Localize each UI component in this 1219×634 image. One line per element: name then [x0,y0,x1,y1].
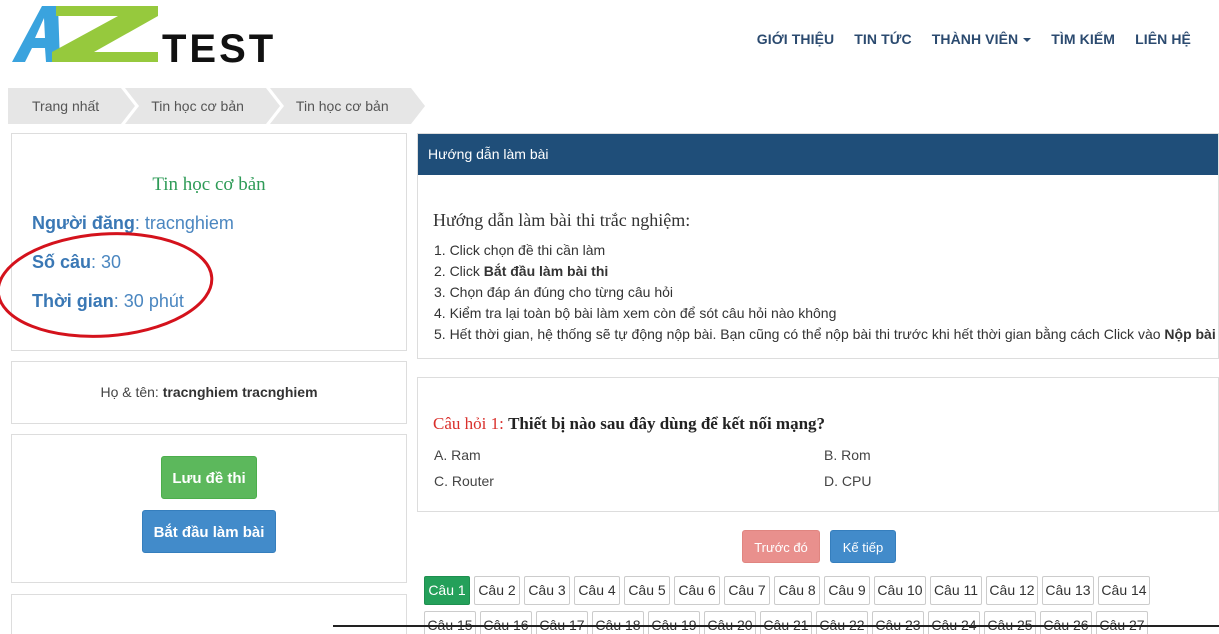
azt-logo[interactable]: TEST [12,4,322,68]
question-nav-button[interactable]: Câu 19 [648,611,700,634]
question-nav-button[interactable]: Câu 5 [624,576,670,605]
question-nav-button[interactable]: Câu 10 [874,576,926,605]
exam-poster-label: Người đăng [32,213,135,233]
save-exam-button[interactable]: Lưu đề thi [161,456,257,499]
question-nav-button[interactable]: Câu 1 [424,576,470,605]
question-nav-button[interactable]: Câu 11 [930,576,982,605]
guide-step-bold: Nộp bài [1164,326,1216,342]
exam-poster: Người đăng: tracnghiem [32,213,234,234]
question-nav-button[interactable]: Câu 3 [524,576,570,605]
breadcrumb-current[interactable]: Tin học cơ bản [269,88,425,124]
question-number: Câu hỏi 1: [433,414,504,433]
guide-step: 5. Hết thời gian, hệ thống sẽ tự động nộ… [434,324,1216,345]
question-nav-button[interactable]: Câu 16 [480,611,532,634]
nav-tin-tuc[interactable]: TIN TỨC [844,31,921,47]
exam-poster-value: : tracnghiem [134,213,234,233]
answer-option-d[interactable]: D. CPU [824,473,871,489]
question-nav-button[interactable]: Câu 8 [774,576,820,605]
exam-time: Thời gian: 30 phút [32,291,184,312]
next-button[interactable]: Kế tiếp [830,530,896,563]
question-nav-button[interactable]: Câu 15 [424,611,476,634]
breadcrumb-category[interactable]: Tin học cơ bản [125,88,280,124]
exam-count-label: Số câu [32,252,92,272]
question-nav-button[interactable]: Câu 13 [1042,576,1094,605]
guide-step: 3. Chọn đáp án đúng cho từng câu hỏi [434,282,1216,303]
question-nav-button[interactable]: Câu 20 [704,611,756,634]
guide-panel: Hướng dẫn làm bài Hướng dẫn làm bài thi … [417,133,1219,359]
guide-step-bold: Bắt đầu làm bài thi [483,263,609,279]
previous-button[interactable]: Trước đó [742,530,820,563]
guide-step: 1. Click chọn đề thi cần làm [434,240,1216,261]
user-name-value: tracnghiem tracnghiem [162,384,318,400]
nav-thanh-vien[interactable]: THÀNH VIÊN [922,31,1042,47]
breadcrumb: Trang nhất Tin học cơ bản Tin học cơ bản [8,88,425,124]
nav-lien-he[interactable]: LIÊN HỆ [1125,31,1201,47]
question-nav-button[interactable]: Câu 23 [872,611,924,634]
main-nav: GIỚI THIỆU TIN TỨC THÀNH VIÊN TÌM KIẾM L… [747,31,1201,47]
extra-panel [11,594,407,634]
nav-tim-kiem[interactable]: TÌM KIẾM [1041,31,1125,47]
start-exam-button[interactable]: Bắt đầu làm bài [142,510,276,553]
answer-option-c[interactable]: C. Router [434,473,494,489]
question-nav-button[interactable]: Câu 2 [474,576,520,605]
answer-option-a[interactable]: A. Ram [434,447,481,463]
question-nav-button[interactable]: Câu 4 [574,576,620,605]
question-nav-button[interactable]: Câu 27 [1096,611,1148,634]
guide-step: 4. Kiểm tra lại toàn bộ bài làm xem còn … [434,303,1216,324]
answer-option-b[interactable]: B. Rom [824,447,871,463]
question-nav-button[interactable]: Câu 21 [760,611,812,634]
exam-title: Tin học cơ bản [152,174,266,195]
question-nav-button[interactable]: Câu 6 [674,576,720,605]
exam-actions-panel: Lưu đề thi Bắt đầu làm bài [11,434,407,583]
question-title: Câu hỏi 1: Thiết bị nào sau đây dùng để … [433,414,825,434]
exam-time-label: Thời gian [32,291,114,311]
guide-steps: 1. Click chọn đề thi cần làm 2. Click Bắ… [434,240,1216,345]
question-nav-button[interactable]: Câu 7 [724,576,770,605]
question-nav-button[interactable]: Câu 18 [592,611,644,634]
question-nav-button[interactable]: Câu 24 [928,611,980,634]
guide-step-text: 4. Kiểm tra lại toàn bộ bài làm xem còn … [434,305,837,321]
guide-step-text: 2. Click [434,263,484,279]
question-nav-button[interactable]: Câu 26 [1040,611,1092,634]
exam-info-panel: Tin học cơ bản Người đăng: tracnghiem Số… [11,133,407,351]
guide-heading: Hướng dẫn làm bài thi trắc nghiệm: [433,210,691,230]
question-nav-button[interactable]: Câu 12 [986,576,1038,605]
user-name-label: Họ & tên: [100,384,163,400]
guide-step-text: 1. Click chọn đề thi cần làm [434,242,606,258]
question-panel: Câu hỏi 1: Thiết bị nào sau đây dùng để … [417,377,1219,512]
breadcrumb-home[interactable]: Trang nhất [8,88,136,124]
nav-gioi-thieu[interactable]: GIỚI THIỆU [747,31,845,47]
question-nav-button[interactable]: Câu 14 [1098,576,1150,605]
guide-step-text: 5. Hết thời gian, hệ thống sẽ tự động nộ… [434,326,1165,342]
nav-thanh-vien-label: THÀNH VIÊN [931,31,1019,47]
question-nav-button[interactable]: Câu 22 [816,611,868,634]
exam-time-value: : 30 phút [113,291,184,311]
guide-step: 2. Click Bắt đầu làm bài thi [434,261,1216,282]
guide-header: Hướng dẫn làm bài [418,134,1218,175]
caret-down-icon [1023,38,1032,43]
question-nav-button[interactable]: Câu 17 [536,611,588,634]
question-text: Thiết bị nào sau đây dùng để kết nối mạn… [508,414,826,433]
question-nav-button[interactable]: Câu 25 [984,611,1036,634]
exam-count-value: : 30 [91,252,122,272]
user-name-panel: Họ & tên: tracnghiem tracnghiem [11,361,407,424]
divider-line [333,625,1219,627]
user-name: Họ & tên: tracnghiem tracnghiem [12,384,406,400]
guide-step-text: 3. Chọn đáp án đúng cho từng câu hỏi [434,284,673,300]
header: TEST GIỚI THIỆU TIN TỨC THÀNH VIÊN TÌM K… [0,0,1219,82]
question-nav-button[interactable]: Câu 9 [824,576,870,605]
logo-text: TEST [162,27,276,68]
exam-question-count: Số câu: 30 [32,252,121,273]
